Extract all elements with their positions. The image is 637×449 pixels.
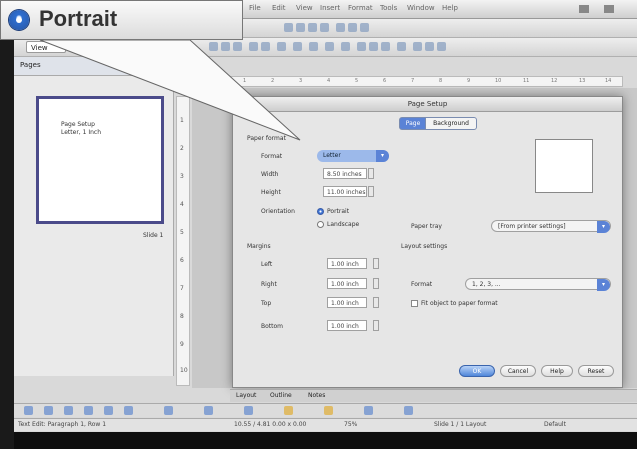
callout-label: Portrait	[39, 6, 118, 31]
zoom-callout: Portrait	[0, 0, 243, 40]
radio-selected-icon	[9, 10, 29, 30]
callout-pointer	[39, 39, 301, 141]
callout-tail	[39, 39, 301, 141]
